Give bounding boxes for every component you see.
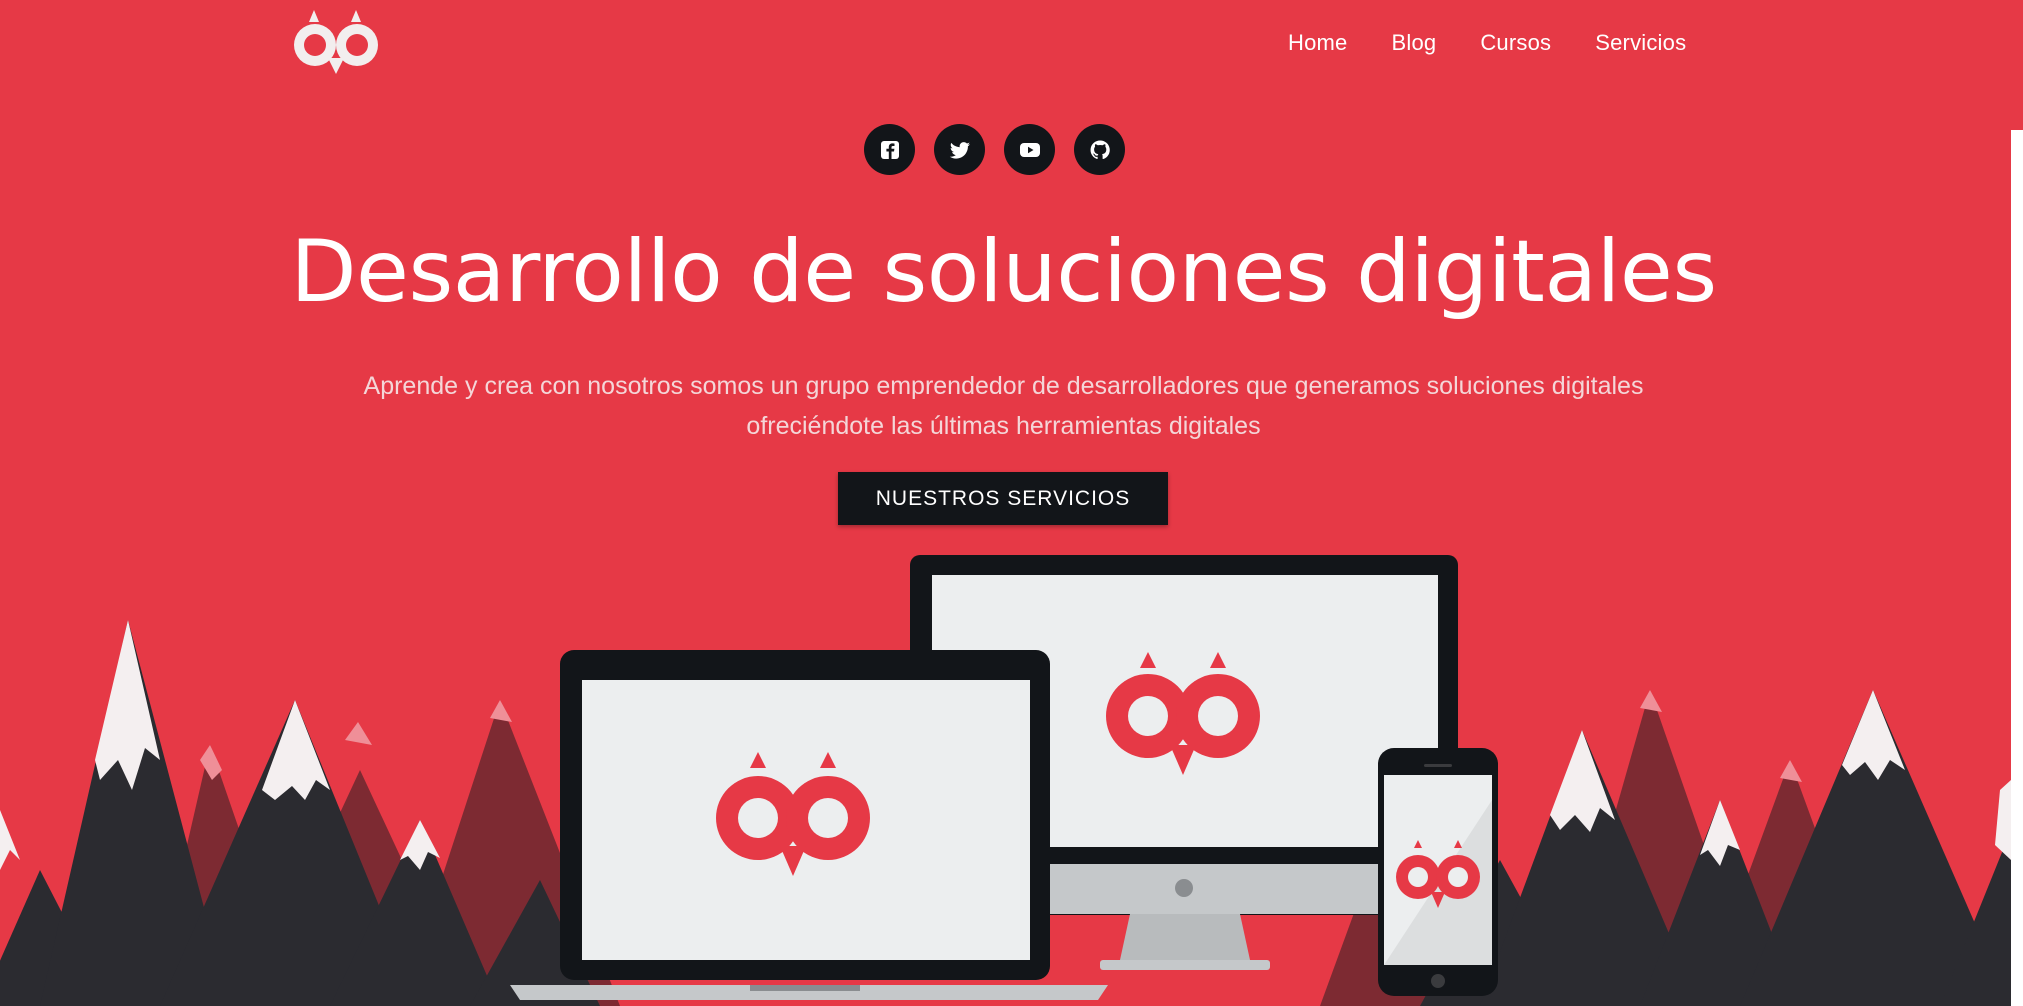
nav-cursos[interactable]: Cursos — [1480, 30, 1551, 56]
github-button[interactable] — [1074, 124, 1125, 175]
services-button[interactable]: NUESTROS SERVICIOS — [838, 472, 1168, 525]
nav-blog[interactable]: Blog — [1392, 30, 1437, 56]
facebook-button[interactable] — [864, 124, 915, 175]
nav-servicios[interactable]: Servicios — [1595, 30, 1686, 56]
twitter-icon — [949, 141, 970, 159]
twitter-button[interactable] — [934, 124, 985, 175]
youtube-icon — [1019, 142, 1040, 157]
scrollbar[interactable] — [2011, 130, 2023, 1006]
nav-home[interactable]: Home — [1288, 30, 1348, 56]
devices-mountains-illustration — [0, 555, 2011, 1006]
hero-title: Desarrollo de soluciones digitales — [290, 222, 1717, 322]
owl-logo-icon[interactable] — [294, 8, 380, 76]
facebook-icon — [880, 140, 899, 159]
main-nav: Home Blog Cursos Servicios — [1288, 30, 1686, 56]
github-icon — [1090, 139, 1110, 159]
hero-subtitle: Aprende y crea con nosotros somos un gru… — [363, 372, 1644, 440]
youtube-button[interactable] — [1004, 124, 1055, 175]
hero-page: Home Blog Cursos Servicios Desarrollo de… — [0, 0, 2023, 1006]
social-links — [864, 124, 1125, 175]
